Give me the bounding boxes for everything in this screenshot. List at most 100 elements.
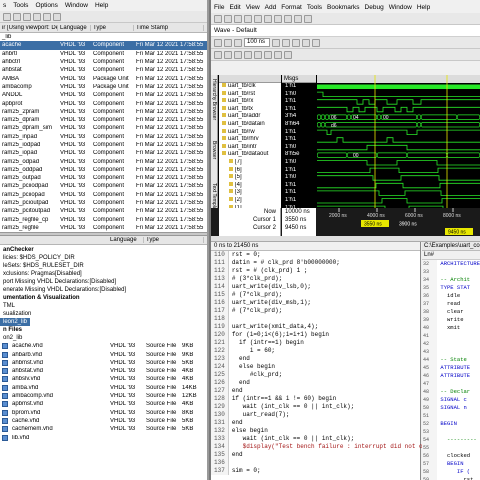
- library-row[interactable]: ram25_inpad VHDL '93 Component Fri Mar 12 2…: [0, 133, 207, 141]
- secondary-code-line[interactable]: [437, 348, 480, 356]
- secondary-code-line[interactable]: clocked: [437, 452, 480, 460]
- secondary-code-line[interactable]: [437, 428, 480, 436]
- col-timestamp[interactable]: Time Stamp: [134, 24, 204, 31]
- secondary-code-line[interactable]: ---------: [437, 436, 480, 444]
- toolbar-icon[interactable]: [284, 50, 292, 59]
- checker-item[interactable]: port Missing VHDL Declarations:[Disabled…: [0, 278, 207, 286]
- code-line[interactable]: if (intr==1) begin: [229, 339, 448, 347]
- file-row[interactable]: ahbarb.vhd VHDL '93 Source File 9KB: [0, 350, 207, 358]
- library-row[interactable]: ahbstat VHDL '93 Component Fri Mar 12 2021 …: [0, 66, 207, 74]
- library-row[interactable]: ahbrtl VHDL '93 Component Fri Mar 12 2021 1…: [0, 50, 207, 58]
- checker-item[interactable]: anChecker: [0, 246, 207, 254]
- secondary-code-line[interactable]: IF (: [437, 468, 480, 476]
- code-line[interactable]: end: [229, 451, 448, 459]
- menu-file[interactable]: File: [214, 4, 224, 11]
- waveform-canvas[interactable]: 06 04 00 d6 00: [317, 75, 480, 223]
- toolbar-icon[interactable]: [264, 14, 272, 23]
- library-row[interactable]: ram25_pcioutpad VHDL '93 Component Fri Mar …: [0, 199, 207, 207]
- code-line[interactable]: uart_write(xmit_data,4);: [229, 323, 448, 331]
- toolbar-icon[interactable]: [33, 12, 41, 21]
- col-language-2[interactable]: Language: [108, 237, 144, 244]
- secondary-code-line[interactable]: idle: [437, 292, 480, 300]
- library-row[interactable]: ahbctrl VHDL '93 Component Fri Mar 12 2021 …: [0, 58, 207, 66]
- signal-row[interactable]: [3]: [219, 189, 281, 197]
- library-row[interactable]: ram25_regfile_cp VHDL '93 Component Fri Mar…: [0, 216, 207, 224]
- run-length-field[interactable]: 100 ns: [244, 38, 270, 47]
- file-row[interactable]: acache.vhd VHDL '93 Source File 9KB: [0, 342, 207, 350]
- code-lines[interactable]: rst = 0; datin = # clk_prd 8'b00000000; rs…: [229, 251, 448, 475]
- signal-row[interactable]: uart_tb/dataout: [219, 151, 281, 159]
- library-row[interactable]: _lib: [0, 33, 207, 41]
- secondary-code-line[interactable]: [437, 380, 480, 388]
- secondary-code-line[interactable]: [437, 332, 480, 340]
- menu-bookmarks[interactable]: Bookmarks: [327, 4, 360, 11]
- library-row[interactable]: ram25_odpad VHDL '93 Component Fri Mar 12 2…: [0, 157, 207, 165]
- signal-row[interactable]: uart_tb/rhrv: [219, 136, 281, 144]
- library-row[interactable]: ANDDL VHDL '93 Component Fri Mar 12 2021 17…: [0, 91, 207, 99]
- toolbar-icon[interactable]: [214, 14, 222, 23]
- library-row[interactable]: ram25_pciiodpad VHDL '93 Component Fri Mar …: [0, 182, 207, 190]
- signal-row[interactable]: uart_tb/rx: [219, 98, 281, 106]
- secondary-code-line[interactable]: clear: [437, 308, 480, 316]
- toolbar-icon[interactable]: [53, 12, 61, 21]
- toolbar-icon[interactable]: [272, 38, 280, 47]
- code-line[interactable]: end: [229, 355, 448, 363]
- code-line[interactable]: [229, 459, 448, 467]
- file-row[interactable]: cache.vhd VHDL '93 Source File 5KB: [0, 417, 207, 425]
- menu-view[interactable]: View: [246, 4, 260, 11]
- toolbar-icon[interactable]: [234, 50, 242, 59]
- menu-window-r[interactable]: Window: [389, 4, 412, 11]
- code-line[interactable]: for (i=0;i<(6);i=i+1) begin: [229, 331, 448, 339]
- toolbar-icon[interactable]: [224, 14, 232, 23]
- toolbar-icon[interactable]: [23, 12, 31, 21]
- code-line[interactable]: i = 60;: [229, 347, 448, 355]
- menu-edit[interactable]: Edit: [229, 4, 240, 11]
- checker-item[interactable]: enerate Missing VHDL Declarations:[Disab…: [0, 286, 207, 294]
- toolbar-icon[interactable]: [302, 38, 310, 47]
- library-row[interactable]: apbprot VHDL '93 Component Fri Mar 12 2021 …: [0, 99, 207, 107]
- file-row[interactable]: bprom.vhd VHDL '93 Source File 8KB: [0, 409, 207, 417]
- secondary-code-line[interactable]: SIGNAL n: [437, 404, 480, 412]
- code-line[interactable]: uart_write(div_lsb,0);: [229, 283, 448, 291]
- code-line[interactable]: [229, 315, 448, 323]
- checker-item[interactable]: leSets: $HDS_RULESET_DIR: [0, 262, 207, 270]
- col-type-2[interactable]: Type: [144, 237, 204, 244]
- signal-row[interactable]: [5]: [219, 174, 281, 182]
- toolbar-icon[interactable]: [224, 50, 232, 59]
- toolbar-icon[interactable]: [3, 12, 11, 21]
- file-row[interactable]: ahbslv.vhd VHDL '93 Source File 4KB: [0, 375, 207, 383]
- secondary-code-line[interactable]: -- Declar: [437, 388, 480, 396]
- toolbar-icon[interactable]: [254, 14, 262, 23]
- signal-row[interactable]: [2]: [219, 196, 281, 205]
- col-type[interactable]: Type: [91, 24, 134, 31]
- menu-tools-r[interactable]: Tools: [307, 4, 322, 11]
- menu-s[interactable]: s: [3, 2, 6, 9]
- signal-row[interactable]: uart_tb/rst: [219, 90, 281, 99]
- secondary-code-line[interactable]: [437, 268, 480, 276]
- signal-row[interactable]: [7]: [219, 158, 281, 167]
- secondary-code-line[interactable]: xmit: [437, 324, 480, 332]
- toolbar-icon[interactable]: [274, 14, 282, 23]
- file-row[interactable]: ambacomp.vhd VHDL '93 Source File 12KB: [0, 392, 207, 400]
- secondary-code-line[interactable]: ATTRIBUTE: [437, 364, 480, 372]
- code-line[interactable]: uart_write(div_msb,1);: [229, 299, 448, 307]
- menu-help-r[interactable]: Help: [417, 4, 430, 11]
- code-line[interactable]: end: [229, 419, 448, 427]
- library-row[interactable]: AMBA VHDL '93 Package Unit Fri Mar 12 2021 …: [0, 74, 207, 82]
- code-line[interactable]: else begin: [229, 427, 448, 435]
- checker-item[interactable]: leon2_lib: [0, 318, 30, 327]
- secondary-code-line[interactable]: ARCHITECTURE: [437, 260, 480, 268]
- code-line[interactable]: rst = 0;: [229, 251, 448, 259]
- library-row[interactable]: ram25_regfile VHDL '93 Component Fri Mar 12…: [0, 224, 207, 232]
- checker-item[interactable]: sualization: [0, 310, 207, 318]
- toolbar-icon[interactable]: [234, 38, 242, 47]
- toolbar-icon[interactable]: [282, 38, 290, 47]
- secondary-editor-title[interactable]: C:\Examples\uart_cont...: [422, 242, 480, 251]
- secondary-code-line[interactable]: TYPE STAT: [437, 284, 480, 292]
- file-row[interactable]: lib.vhd: [0, 433, 207, 441]
- secondary-code-line[interactable]: read: [437, 300, 480, 308]
- signal-row[interactable]: [6]: [219, 166, 281, 175]
- code-line[interactable]: end: [229, 379, 448, 387]
- library-row[interactable]: ram25_iopad VHDL '93 Component Fri Mar 12 2…: [0, 149, 207, 157]
- code-line[interactable]: end: [229, 387, 448, 395]
